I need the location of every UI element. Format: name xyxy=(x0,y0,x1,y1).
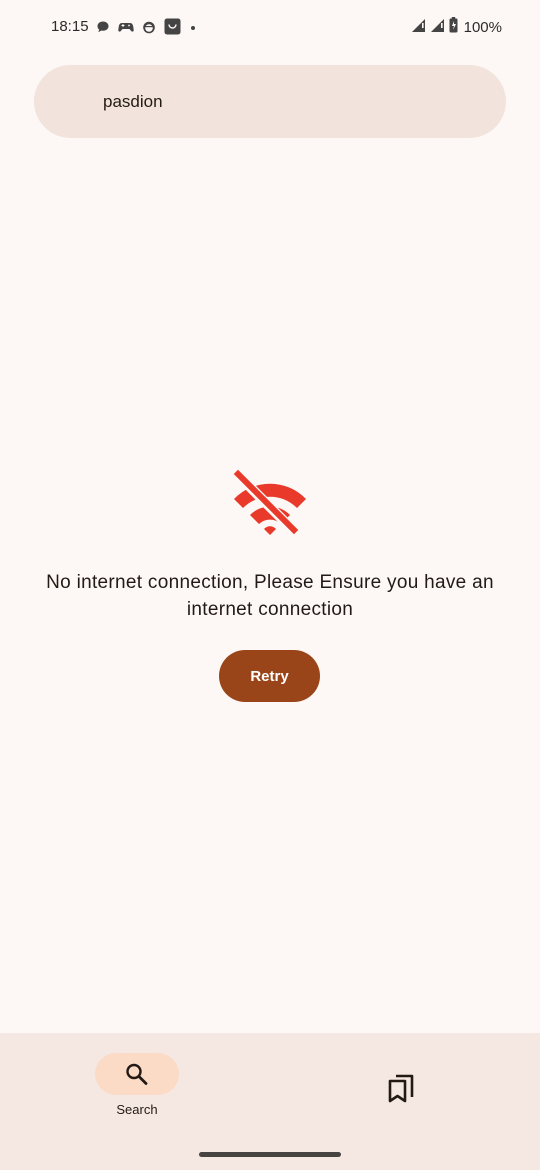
battery-percent: 100% xyxy=(463,19,502,36)
retry-button[interactable]: Retry xyxy=(219,650,320,702)
nav-active-indicator[interactable] xyxy=(95,1053,179,1095)
app-box-icon xyxy=(164,18,181,35)
more-dot-icon xyxy=(189,20,197,34)
wifi-off-icon xyxy=(230,468,310,539)
system-status: 100% xyxy=(411,17,502,38)
battery-icon xyxy=(449,17,458,38)
search-icon xyxy=(124,1062,150,1091)
bottom-nav: Search xyxy=(0,1033,540,1170)
search-input[interactable]: pasdion xyxy=(103,92,163,112)
cat-face-icon xyxy=(142,20,156,34)
status-bar: 18:15 100% xyxy=(0,0,540,56)
status-time: 18:15 xyxy=(51,18,89,35)
error-message: No internet connection, Please Ensure yo… xyxy=(46,572,494,620)
gamepad-icon xyxy=(118,20,134,34)
search-bar[interactable]: pasdion xyxy=(34,65,506,138)
nav-item-label: Search xyxy=(116,1102,158,1117)
chat-bubble-icon xyxy=(96,20,110,34)
signal-icon xyxy=(411,18,426,38)
nav-item-search[interactable]: Search xyxy=(95,1053,179,1143)
signal-icon xyxy=(430,18,445,38)
bookmarks-icon xyxy=(388,1074,414,1103)
home-indicator[interactable] xyxy=(199,1152,341,1157)
notification-icons xyxy=(96,18,197,35)
nav-item-bookmarks[interactable] xyxy=(380,1065,424,1109)
